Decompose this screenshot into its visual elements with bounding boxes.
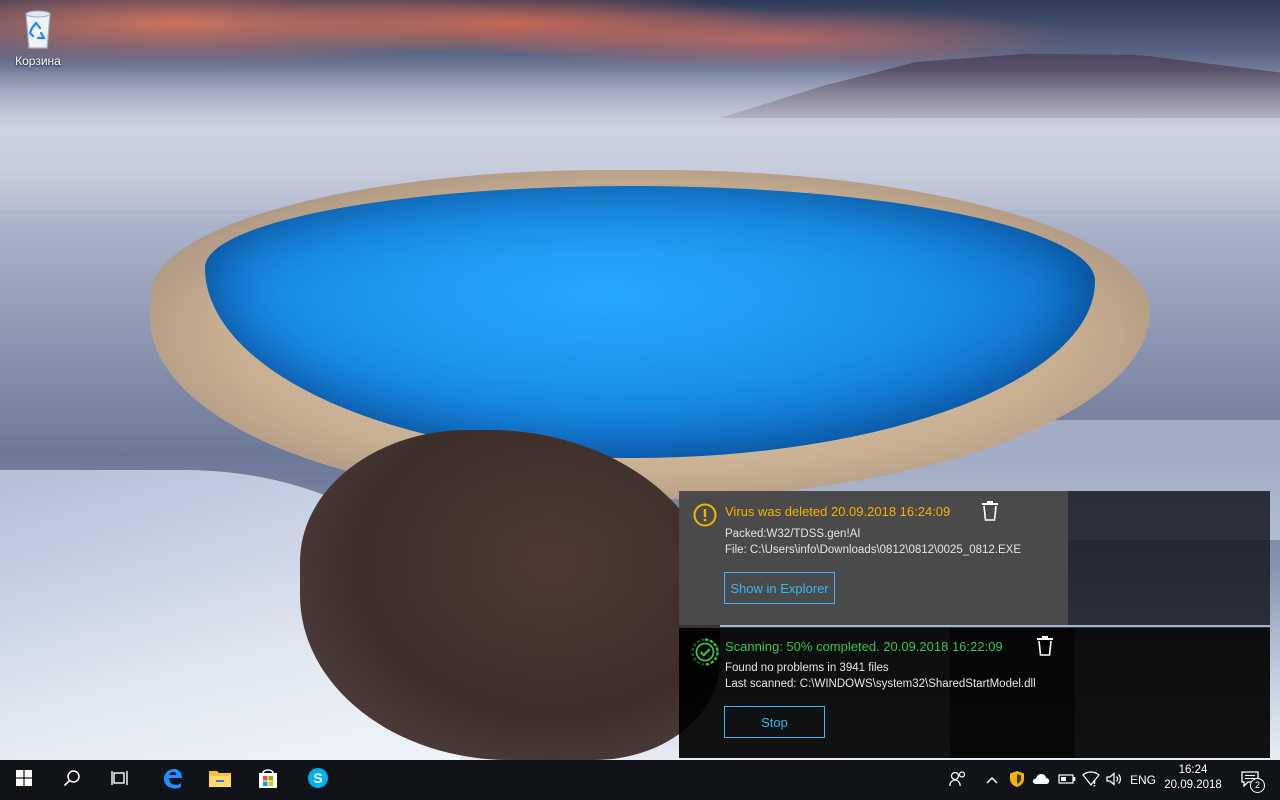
virus-name-text: Packed:W32/TDSS.gen!AI: [725, 528, 861, 540]
check-circle-icon: [691, 638, 719, 666]
cloud-icon: [1032, 773, 1050, 788]
recycle-bin-label: Корзина: [15, 54, 61, 68]
store-button[interactable]: [244, 760, 292, 800]
recycle-bin-desktop-icon[interactable]: Корзина: [8, 6, 68, 78]
virus-notification-title: Virus was deleted 20.09.2018 16:24:09: [725, 504, 951, 519]
show-in-explorer-button[interactable]: Show in Explorer: [724, 572, 835, 604]
volume-button[interactable]: [1104, 760, 1126, 800]
clock-time: 16:24: [1178, 764, 1208, 776]
edge-icon: [161, 767, 183, 794]
virus-deleted-notification[interactable]: Virus was deleted 20.09.2018 16:24:09 Pa…: [679, 491, 1068, 625]
skype-button[interactable]: S: [294, 760, 342, 800]
edge-button[interactable]: [148, 760, 196, 800]
antivirus-tray-button[interactable]: [1006, 760, 1028, 800]
taskbar: S ENG 16:24 20.09.2018 2: [0, 760, 1280, 800]
clock-date: 20.09.2018: [1164, 779, 1222, 791]
battery-button[interactable]: [1056, 760, 1078, 800]
last-scanned-text: Last scanned: C:\WINDOWS\system32\Shared…: [725, 678, 1036, 690]
scan-result-text: Found no problems in 3941 files: [725, 662, 889, 674]
file-explorer-button[interactable]: [196, 760, 244, 800]
task-view-button[interactable]: [96, 760, 144, 800]
warning-icon: [693, 503, 717, 527]
trash-icon[interactable]: [1036, 636, 1054, 656]
show-hidden-icons-button[interactable]: [982, 760, 1002, 800]
onedrive-button[interactable]: [1030, 760, 1052, 800]
wifi-off-icon: [1082, 770, 1100, 790]
skype-icon: S: [307, 767, 329, 794]
background-window-fragment: [1068, 491, 1270, 625]
taskbar-clock[interactable]: 16:24 20.09.2018: [1164, 760, 1222, 800]
shield-icon: [1009, 770, 1025, 791]
chevron-up-icon: [986, 773, 998, 787]
input-language-button[interactable]: ENG: [1128, 760, 1158, 800]
recycle-bin-icon: [20, 6, 56, 50]
action-center-button[interactable]: 2: [1232, 760, 1272, 800]
trash-icon[interactable]: [981, 501, 999, 521]
search-icon: [63, 769, 81, 792]
virus-file-path-text: File: C:\Users\info\Downloads\0812\0812\…: [725, 544, 1021, 556]
windows-logo-icon: [16, 769, 32, 791]
scan-notification-title: Scanning: 50% completed. 20.09.2018 16:2…: [725, 639, 1003, 654]
file-explorer-icon: [208, 768, 232, 793]
notification-icon: 2: [1241, 770, 1265, 793]
people-button[interactable]: [944, 760, 972, 800]
battery-icon: [1058, 773, 1076, 787]
search-button[interactable]: [48, 760, 96, 800]
speaker-icon: [1106, 771, 1124, 789]
people-icon: [949, 770, 967, 790]
svg-text:S: S: [313, 770, 322, 786]
notification-count-badge: 2: [1250, 778, 1265, 793]
network-button[interactable]: [1080, 760, 1102, 800]
start-button[interactable]: [0, 760, 48, 800]
stop-scan-button[interactable]: Stop: [724, 706, 825, 738]
store-icon: [257, 767, 279, 794]
task-view-icon: [111, 770, 129, 791]
scan-progress-notification[interactable]: Scanning: 50% completed. 20.09.2018 16:2…: [679, 627, 1270, 758]
